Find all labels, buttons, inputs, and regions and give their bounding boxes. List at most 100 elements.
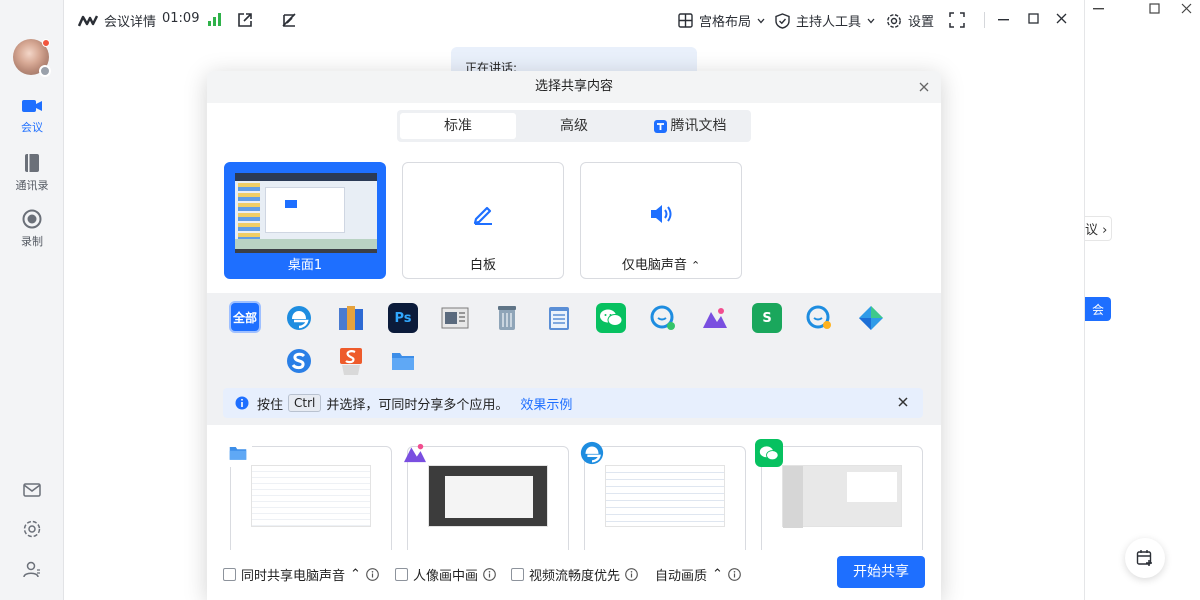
computer-audio-share-card[interactable]: 仅电脑声音 ⌃ [580, 162, 742, 279]
tab-tencent-docs[interactable]: 腾讯文档 [632, 113, 748, 139]
close-icon[interactable] [1181, 3, 1192, 14]
app-logo-icon [78, 14, 98, 27]
photo-app-icon[interactable] [700, 303, 730, 333]
spreadsheet-app-icon[interactable]: S [752, 303, 782, 333]
notepad-icon[interactable] [544, 303, 574, 333]
document-viewer-icon[interactable] [440, 303, 470, 333]
background-meeting-button[interactable]: 会 [1085, 297, 1111, 321]
chat-app-icon[interactable] [804, 303, 834, 333]
schedule-button[interactable] [1125, 538, 1165, 578]
host-tools-dropdown[interactable]: 主持人工具 [775, 11, 875, 30]
shield-icon [775, 12, 790, 29]
video-quality-dropdown[interactable]: 自动画质 ⌃ [655, 565, 741, 584]
share-audio-label: 同时共享电脑声音 [241, 569, 346, 584]
top-bar: 会议详情 01:09 宫格布局 主持人工具 设置 [64, 0, 1084, 40]
tencent-meeting-chat-icon[interactable] [648, 303, 678, 333]
avatar[interactable] [13, 39, 51, 77]
info-icon[interactable] [483, 568, 496, 581]
pen-off-icon[interactable] [281, 12, 298, 28]
user-switch-icon[interactable] [22, 559, 42, 579]
app-filter-all[interactable]: 全部 [229, 301, 261, 333]
portrait-pip-label: 人像画中画 [413, 569, 479, 584]
divider [984, 12, 985, 28]
photo-app-icon [401, 439, 429, 467]
smooth-video-checkbox[interactable] [511, 568, 524, 581]
chevron-up-icon[interactable]: ⌃ [350, 567, 361, 582]
close-icon[interactable] [1056, 13, 1067, 24]
file-explorer-icon[interactable] [388, 346, 418, 376]
portrait-pip-checkbox[interactable] [395, 568, 408, 581]
photoshop-icon[interactable]: Ps [388, 303, 418, 333]
external-link-icon[interactable] [237, 12, 253, 28]
close-icon[interactable] [917, 80, 931, 94]
smooth-video-label: 视频流畅度优先 [529, 569, 621, 584]
hint-text-prefix: 按住 [257, 397, 284, 413]
share-audio-checkbox[interactable] [223, 568, 236, 581]
status-badge [39, 65, 51, 77]
fullscreen-icon[interactable] [949, 12, 965, 28]
share-options-bar: 同时共享电脑声音 ⌃ 人像画中画 视频流畅度优先 自动画质 ⌃ 开始共享 [207, 550, 941, 600]
window-preview [428, 465, 548, 527]
app-filter-all-label: 全部 [232, 310, 257, 325]
recycle-bin-icon[interactable] [492, 303, 522, 333]
calendar-add-icon [1136, 550, 1152, 566]
start-sharing-button[interactable]: 开始共享 [837, 556, 925, 588]
nav-item-label: 通讯录 [15, 179, 49, 192]
share-tabs: 标准 高级 腾讯文档 [397, 110, 751, 142]
background-tab[interactable]: 议 › [1085, 216, 1113, 241]
info-icon[interactable] [625, 568, 638, 581]
chevron-up-icon: ⌃ [712, 567, 723, 582]
window-thumbnail-wechat[interactable] [755, 439, 923, 556]
tab-label: 腾讯文档 [670, 118, 727, 134]
maximize-icon[interactable] [1028, 13, 1040, 25]
info-icon [235, 396, 249, 410]
sogou-input-icon[interactable] [336, 346, 366, 376]
hint-key: Ctrl [288, 394, 322, 412]
wechat-icon[interactable] [596, 303, 626, 333]
signal-strength-icon[interactable] [208, 13, 222, 26]
grid-layout-icon [678, 13, 693, 28]
whiteboard-share-card[interactable]: 白板 [402, 162, 564, 279]
winrar-icon[interactable] [336, 303, 366, 333]
portrait-pip-option[interactable]: 人像画中画 [395, 565, 496, 584]
window-thumbnail-file-explorer[interactable] [224, 439, 392, 556]
close-icon[interactable] [897, 396, 909, 408]
meeting-details-label: 会议详情 [104, 15, 157, 30]
card-label: 白板 [469, 258, 496, 273]
mail-icon[interactable] [22, 480, 42, 500]
window-thumbnail-edge-browser[interactable] [580, 441, 746, 556]
tab-standard[interactable]: 标准 [400, 113, 516, 139]
chevron-right-icon: › [1102, 223, 1108, 238]
meeting-details-button[interactable]: 会议详情 [78, 11, 156, 30]
smooth-video-option[interactable]: 视频流畅度优先 [511, 565, 638, 584]
nav-item-contacts[interactable]: 通讯录 [0, 153, 64, 193]
example-link[interactable]: 效果示例 [520, 394, 572, 413]
window-preview [605, 465, 725, 527]
maximize-icon[interactable] [1149, 3, 1161, 15]
edge-browser-icon[interactable] [284, 303, 314, 333]
layout-dropdown[interactable]: 宫格布局 [678, 11, 765, 30]
start-sharing-label: 开始共享 [853, 564, 909, 580]
gear-icon[interactable] [22, 519, 42, 539]
timer-text: 01:09 [162, 11, 200, 26]
wechat-icon [755, 439, 783, 467]
clover-app-icon[interactable] [856, 303, 886, 333]
info-icon[interactable] [728, 568, 741, 581]
minimize-icon[interactable] [1093, 3, 1105, 15]
nav-item-recording[interactable]: 录制 [0, 209, 64, 249]
record-icon [22, 209, 42, 229]
settings-button[interactable]: 设置 [886, 11, 934, 30]
share-audio-option[interactable]: 同时共享电脑声音 ⌃ [223, 565, 379, 584]
info-icon[interactable] [366, 568, 379, 581]
window-thumbnail-photo-app[interactable] [404, 443, 569, 556]
minimize-icon[interactable] [998, 19, 1010, 21]
chevron-up-icon[interactable]: ⌃ [691, 259, 700, 272]
desktop-share-card[interactable]: 桌面1 [224, 162, 386, 279]
video-quality-label: 自动画质 [655, 569, 708, 584]
tab-advanced[interactable]: 高级 [516, 113, 632, 139]
sogou-browser-icon[interactable] [284, 346, 314, 376]
window-preview [782, 465, 902, 528]
nav-item-meeting[interactable]: 会议 [0, 97, 64, 135]
left-navigation: 会议 通讯录 录制 [0, 0, 64, 600]
video-camera-icon [22, 100, 42, 112]
